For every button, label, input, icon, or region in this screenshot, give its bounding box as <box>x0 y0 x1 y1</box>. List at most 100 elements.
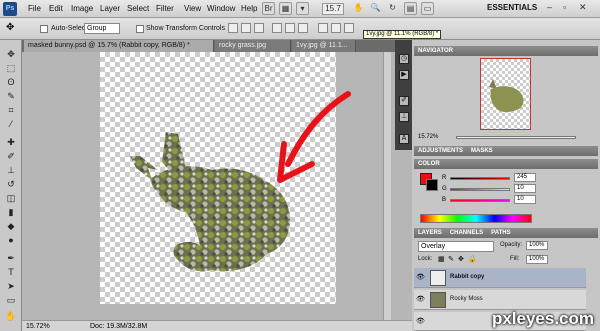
lasso-tool-icon[interactable]: ʘ <box>4 76 18 88</box>
color-r-slider[interactable] <box>450 177 510 180</box>
navigator-thumbnail[interactable] <box>480 58 531 130</box>
blur-tool-icon[interactable]: ◆ <box>4 220 18 232</box>
eye-icon[interactable]: 👁 <box>416 274 425 282</box>
menu-layer[interactable]: Layer <box>100 4 120 13</box>
align-bottom-icon[interactable] <box>254 23 264 33</box>
pen-tool-icon[interactable]: ✒ <box>4 252 18 264</box>
tab-masks[interactable]: MASKS <box>471 148 493 154</box>
extras-icon[interactable]: ▦ <box>279 2 292 15</box>
menu-help[interactable]: Help <box>241 4 257 13</box>
lock-all-icon[interactable]: 🔒 <box>468 255 477 263</box>
history-brush-tool-icon[interactable]: ↺ <box>4 178 18 190</box>
canvas-vertical-scrollbar[interactable] <box>383 52 391 320</box>
menu-edit[interactable]: Edit <box>49 4 63 13</box>
navigator-zoom-slider[interactable] <box>456 136 576 139</box>
menu-select[interactable]: Select <box>127 4 149 13</box>
layers-header: LAYERS CHANNELS PATHS <box>414 228 598 238</box>
align-vcenter-icon[interactable] <box>241 23 251 33</box>
shape-tool-icon[interactable]: ▭ <box>4 294 18 306</box>
tab-rocky-grass[interactable]: rocky grass.jpg <box>215 40 291 52</box>
crop-tool-icon[interactable]: ⌗ <box>4 104 18 116</box>
color-g-slider[interactable] <box>450 188 510 191</box>
healing-brush-tool-icon[interactable]: ✚ <box>4 136 18 148</box>
tab-layers[interactable]: LAYERS <box>418 230 442 236</box>
tab-channels[interactable]: CHANNELS <box>450 230 483 236</box>
actions-panel-icon[interactable]: ▶ <box>399 70 409 80</box>
layer-row-rocky-moss[interactable]: 👁 Rocky Moss <box>414 290 586 310</box>
menu-image[interactable]: Image <box>71 4 93 13</box>
clone-stamp-tool-icon[interactable]: ⊥ <box>4 164 18 176</box>
eye-icon[interactable]: 👁 <box>416 318 425 326</box>
hand-tool-icon-box[interactable]: ✋ <box>4 310 18 322</box>
fill-field[interactable]: 100% <box>526 255 548 264</box>
quick-select-tool-icon[interactable]: ✎ <box>4 90 18 102</box>
tab-ivy[interactable]: 1vy.jpg @ 11.1... <box>292 40 356 52</box>
distribute-bottom-icon[interactable] <box>344 23 354 33</box>
canvas-area[interactable] <box>22 52 412 320</box>
navigator-header[interactable]: NAVIGATOR <box>414 46 598 56</box>
brush-tool-icon[interactable]: ✐ <box>4 150 18 162</box>
arrange-documents-icon[interactable]: ▤ <box>404 2 417 15</box>
rotate-view-icon[interactable]: ↻ <box>386 2 399 15</box>
tab-adjustments[interactable]: ADJUSTMENTS <box>418 148 463 154</box>
align-right-icon[interactable] <box>298 23 308 33</box>
eraser-tool-icon[interactable]: ◫ <box>4 192 18 204</box>
hand-tool-icon[interactable]: ✋ <box>352 2 365 15</box>
dodge-tool-icon[interactable]: ● <box>4 234 18 246</box>
lock-transparency-icon[interactable]: ▦ <box>438 255 445 263</box>
auto-select-checkbox[interactable] <box>40 25 48 33</box>
eye-icon[interactable]: 👁 <box>416 296 425 304</box>
auto-select-dropdown[interactable]: Group <box>84 23 120 34</box>
workspace-switcher[interactable]: ESSENTIALS <box>487 3 537 12</box>
path-select-tool-icon[interactable]: ➤ <box>4 280 18 292</box>
menu-view[interactable]: View <box>184 4 201 13</box>
navigator-zoom[interactable]: 15.72% <box>418 134 438 140</box>
align-left-icon[interactable] <box>272 23 282 33</box>
layer-row-rabbit-copy[interactable]: 👁 Rabbit copy <box>414 268 586 288</box>
color-r-value[interactable]: 245 <box>514 173 536 182</box>
tab-paths[interactable]: PATHS <box>491 230 510 236</box>
show-transform-checkbox[interactable] <box>136 25 144 33</box>
document-tooltip: 1vy.jpg @ 11.1% (RGB/8) * <box>363 30 442 39</box>
menu-file[interactable]: File <box>28 4 41 13</box>
marquee-tool-icon[interactable]: ⬚ <box>4 62 18 74</box>
status-zoom[interactable]: 15.72% <box>26 323 50 330</box>
color-b-value[interactable]: 10 <box>514 195 536 204</box>
close-icon[interactable]: ✕ <box>579 2 587 13</box>
move-tool-preset-icon[interactable]: ✥ <box>6 22 14 33</box>
menu-filter[interactable]: Filter <box>156 4 174 13</box>
blend-mode-dropdown[interactable]: Overlay <box>418 241 494 252</box>
bridge-icon[interactable]: Br <box>262 2 275 15</box>
gradient-tool-icon[interactable]: ▮ <box>4 206 18 218</box>
minimize-icon[interactable]: – <box>547 2 552 12</box>
history-panel-icon[interactable]: ◷ <box>399 54 409 64</box>
type-tool-icon[interactable]: T <box>4 266 18 278</box>
tab-masked-bunny[interactable]: masked bunny.psd @ 15.7% (Rabbit copy, R… <box>24 40 214 52</box>
layer-name[interactable]: Rocky Moss <box>450 296 483 302</box>
color-spectrum-ramp[interactable] <box>420 214 532 223</box>
eyedropper-tool-icon[interactable]: ⁄ <box>4 118 18 130</box>
screen-mode-icon[interactable]: ▭ <box>421 2 434 15</box>
distribute-top-icon[interactable] <box>318 23 328 33</box>
zoom-level-field[interactable]: 15.7 <box>322 3 344 15</box>
opacity-field[interactable]: 100% <box>526 241 548 250</box>
lock-pixels-icon[interactable]: ✎ <box>448 255 454 263</box>
restore-icon[interactable]: ▫ <box>563 2 566 12</box>
move-tool-icon[interactable]: ✥ <box>4 48 18 60</box>
brushes-panel-icon[interactable]: ✐ <box>399 96 409 106</box>
clone-source-panel-icon[interactable]: ⊥ <box>399 112 409 122</box>
align-hcenter-icon[interactable] <box>285 23 295 33</box>
align-top-icon[interactable] <box>228 23 238 33</box>
lock-position-icon[interactable]: ✥ <box>458 255 464 263</box>
color-g-value[interactable]: 10 <box>514 184 536 193</box>
zoom-tool-icon[interactable]: 🔍 <box>369 2 382 15</box>
character-panel-icon[interactable]: A <box>399 134 409 144</box>
background-color-swatch[interactable] <box>426 179 438 191</box>
zoom-level-icon[interactable]: ▾ <box>296 2 309 15</box>
layer-name[interactable]: Rabbit copy <box>450 274 484 280</box>
menu-window[interactable]: Window <box>207 4 235 13</box>
color-b-slider[interactable] <box>450 199 510 202</box>
distribute-vcenter-icon[interactable] <box>331 23 341 33</box>
tab-color[interactable]: COLOR <box>418 161 440 167</box>
panels-dock: NAVIGATOR 15.72% ADJUSTMENTS MASKS COLOR … <box>412 40 600 331</box>
